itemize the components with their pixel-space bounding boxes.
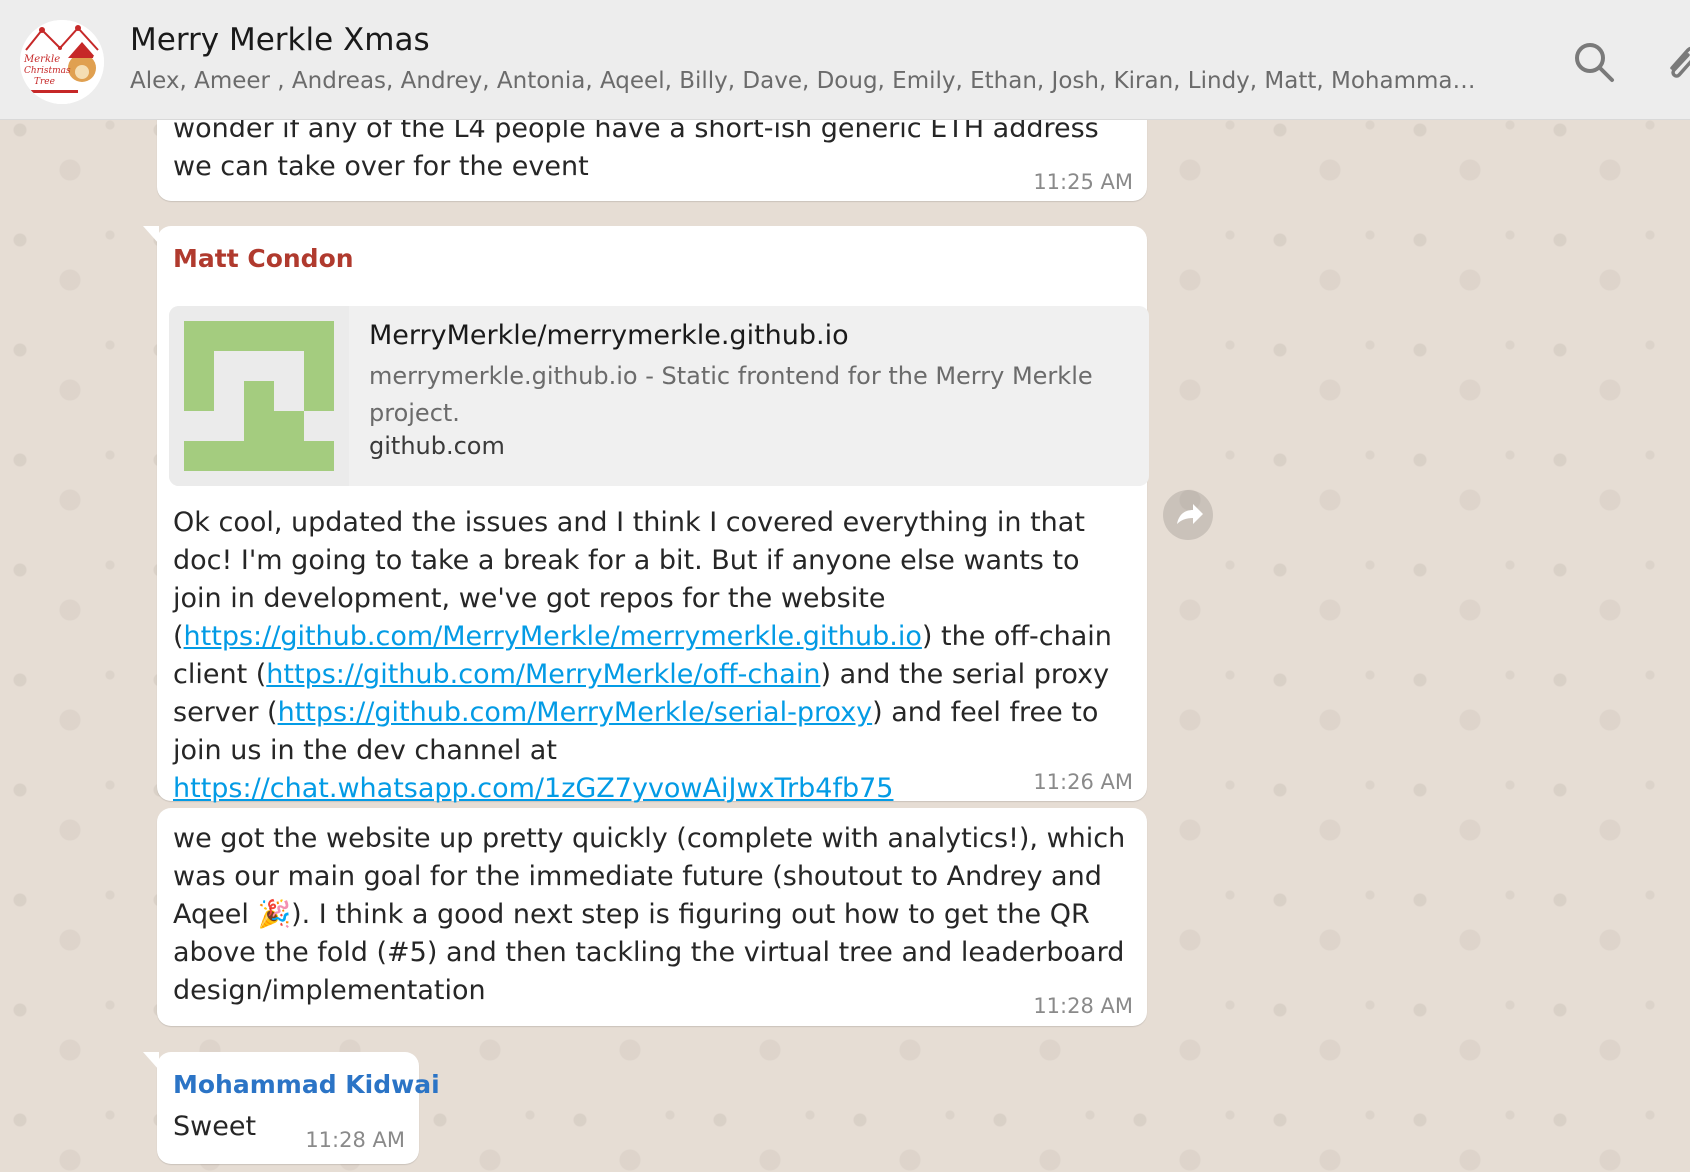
preview-title[interactable]: MerryMerkle/merrymerkle.github.io xyxy=(369,320,849,351)
message-timestamp: 11:25 AM xyxy=(1033,170,1133,194)
forward-button[interactable] xyxy=(1163,490,1213,540)
whatsapp-invite-link[interactable]: https://chat.whatsapp.com/1zGZ7yvowAiJwx… xyxy=(173,773,893,804)
message-text: Sweet xyxy=(173,1111,257,1142)
group-avatar[interactable]: Merkle Christmas Tree xyxy=(20,20,104,104)
group-avatar-image: Merkle Christmas Tree xyxy=(20,20,104,104)
message-text: we got the website up pretty quickly (co… xyxy=(173,820,1133,1010)
preview-domain: github.com xyxy=(369,432,505,460)
message-text-part: ). I think a good next step is figuring … xyxy=(173,899,1125,1006)
attach-icon[interactable] xyxy=(1660,38,1690,86)
message-bubble[interactable]: Matt Condon MerryMerkle/merrymerkle.gith… xyxy=(143,226,1149,804)
message-sender[interactable]: Mohammad Kidwai xyxy=(173,1070,440,1099)
preview-thumbnail xyxy=(169,306,349,486)
message-timestamp: 11:28 AM xyxy=(305,1128,405,1152)
chat-header[interactable]: Merkle Christmas Tree Merry Merkle Xmas … xyxy=(0,0,1690,120)
preview-description: merrymerkle.github.io - Static frontend … xyxy=(369,362,1093,427)
avatar-logo-text-1: Merkle xyxy=(23,54,60,65)
message-text: wonder if any of the L4 people have a sh… xyxy=(173,113,1099,182)
group-members[interactable]: Alex, Ameer , Andreas, Andrey, Antonia, … xyxy=(130,68,1490,94)
message-bubble[interactable]: we got the website up pretty quickly (co… xyxy=(157,808,1147,1026)
message-bubble[interactable]: Mohammad Kidwai Sweet 11:28 AM xyxy=(143,1052,440,1164)
group-title[interactable]: Merry Merkle Xmas xyxy=(130,22,430,58)
avatar-logo-text-2: Christmas xyxy=(24,66,71,76)
repo-link-website[interactable]: https://github.com/MerryMerkle/merrymerk… xyxy=(184,621,922,652)
forward-icon xyxy=(1177,504,1203,524)
message-timestamp: 11:28 AM xyxy=(1033,994,1133,1018)
repo-link-serial-proxy[interactable]: https://github.com/MerryMerkle/serial-pr… xyxy=(278,697,873,728)
link-preview[interactable]: MerryMerkle/merrymerkle.github.io merrym… xyxy=(169,306,1149,486)
repo-link-off-chain[interactable]: https://github.com/MerryMerkle/off-chain xyxy=(266,659,820,690)
message-text: Ok cool, updated the issues and I think … xyxy=(173,504,1133,808)
search-icon[interactable] xyxy=(1570,38,1618,86)
party-popper-emoji: 🎉 xyxy=(257,899,292,930)
bubble-tail xyxy=(143,1052,159,1070)
avatar-logo-text-3: Tree xyxy=(34,77,55,87)
message-sender[interactable]: Matt Condon xyxy=(173,244,354,273)
message-timestamp: 11:26 AM xyxy=(1033,770,1133,794)
bubble-tail xyxy=(143,226,159,244)
